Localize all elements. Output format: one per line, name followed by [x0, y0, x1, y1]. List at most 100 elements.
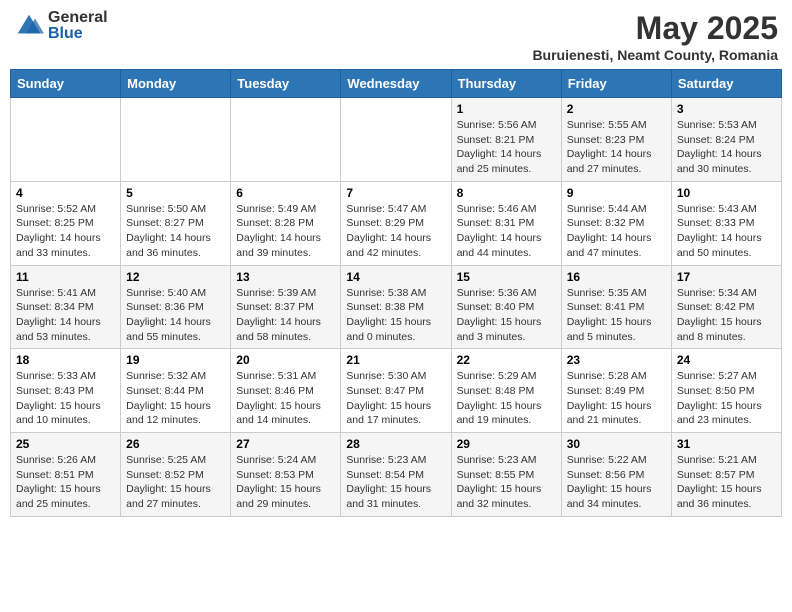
calendar-cell: 24 Sunrise: 5:27 AM Sunset: 8:50 PM Dayli…: [671, 349, 781, 433]
day-info: Sunrise: 5:36 AM Sunset: 8:40 PM Dayligh…: [457, 286, 556, 345]
calendar-cell: 6 Sunrise: 5:49 AM Sunset: 8:28 PM Daylig…: [231, 181, 341, 265]
calendar-cell: [121, 98, 231, 182]
calendar-week-2: 4 Sunrise: 5:52 AM Sunset: 8:25 PM Daylig…: [11, 181, 782, 265]
day-header-monday: Monday: [121, 70, 231, 98]
calendar-cell: 8Sunrise: 5:46 AM Sunset: 8:31 PM Daylig…: [451, 181, 561, 265]
day-info: Sunrise: 5:55 AM Sunset: 8:23 PM Dayligh…: [567, 118, 666, 177]
day-number: 10: [677, 186, 776, 200]
calendar-table: SundayMondayTuesdayWednesdayThursdayFrid…: [10, 69, 782, 517]
day-number: 25: [16, 437, 115, 451]
day-number: 11: [16, 270, 115, 284]
day-header-friday: Friday: [561, 70, 671, 98]
day-info: Sunrise: 5:31 AM Sunset: 8:46 PM Dayligh…: [236, 369, 335, 428]
day-number: 27: [236, 437, 335, 451]
day-number: 31: [677, 437, 776, 451]
day-info: Sunrise: 5:23 AM Sunset: 8:55 PM Dayligh…: [457, 453, 556, 512]
day-number: 19: [126, 353, 225, 367]
day-info: Sunrise: 5:43 AM Sunset: 8:33 PM Dayligh…: [677, 202, 776, 261]
day-header-wednesday: Wednesday: [341, 70, 451, 98]
day-info: Sunrise: 5:28 AM Sunset: 8:49 PM Dayligh…: [567, 369, 666, 428]
day-number: 23: [567, 353, 666, 367]
day-number: 17: [677, 270, 776, 284]
day-info: Sunrise: 5:50 AM Sunset: 8:27 PM Dayligh…: [126, 202, 225, 261]
logo-text: General Blue: [48, 10, 108, 42]
day-number: 2: [567, 102, 666, 116]
calendar-cell: 7Sunrise: 5:47 AM Sunset: 8:29 PM Daylig…: [341, 181, 451, 265]
day-number: 28: [346, 437, 445, 451]
day-info: Sunrise: 5:29 AM Sunset: 8:48 PM Dayligh…: [457, 369, 556, 428]
day-number: 9: [567, 186, 666, 200]
day-number: 16: [567, 270, 666, 284]
day-info: Sunrise: 5:24 AM Sunset: 8:53 PM Dayligh…: [236, 453, 335, 512]
day-number: 15: [457, 270, 556, 284]
day-info: Sunrise: 5:44 AM Sunset: 8:32 PM Dayligh…: [567, 202, 666, 261]
day-number: 21: [346, 353, 445, 367]
calendar-cell: 4 Sunrise: 5:52 AM Sunset: 8:25 PM Daylig…: [11, 181, 121, 265]
calendar-cell: 3 Sunrise: 5:53 AM Sunset: 8:24 PM Daylig…: [671, 98, 781, 182]
calendar-cell: 15 Sunrise: 5:36 AM Sunset: 8:40 PM Dayli…: [451, 265, 561, 349]
calendar-cell: 14Sunrise: 5:38 AM Sunset: 8:38 PM Dayli…: [341, 265, 451, 349]
day-info: Sunrise: 5:39 AM Sunset: 8:37 PM Dayligh…: [236, 286, 335, 345]
day-info: Sunrise: 5:30 AM Sunset: 8:47 PM Dayligh…: [346, 369, 445, 428]
calendar-cell: 20Sunrise: 5:31 AM Sunset: 8:46 PM Dayli…: [231, 349, 341, 433]
day-info: Sunrise: 5:34 AM Sunset: 8:42 PM Dayligh…: [677, 286, 776, 345]
day-header-saturday: Saturday: [671, 70, 781, 98]
calendar-cell: 22Sunrise: 5:29 AM Sunset: 8:48 PM Dayli…: [451, 349, 561, 433]
day-info: Sunrise: 5:38 AM Sunset: 8:38 PM Dayligh…: [346, 286, 445, 345]
day-number: 30: [567, 437, 666, 451]
day-info: Sunrise: 5:26 AM Sunset: 8:51 PM Dayligh…: [16, 453, 115, 512]
calendar-cell: 21 Sunrise: 5:30 AM Sunset: 8:47 PM Dayli…: [341, 349, 451, 433]
calendar-week-4: 18 Sunrise: 5:33 AM Sunset: 8:43 PM Dayli…: [11, 349, 782, 433]
location-subtitle: Buruienesti, Neamt County, Romania: [532, 47, 778, 63]
calendar-header-row: SundayMondayTuesdayWednesdayThursdayFrid…: [11, 70, 782, 98]
day-info: Sunrise: 5:23 AM Sunset: 8:54 PM Dayligh…: [346, 453, 445, 512]
day-number: 4: [16, 186, 115, 200]
day-info: Sunrise: 5:32 AM Sunset: 8:44 PM Dayligh…: [126, 369, 225, 428]
day-header-sunday: Sunday: [11, 70, 121, 98]
calendar-cell: [11, 98, 121, 182]
calendar-cell: [341, 98, 451, 182]
day-number: 29: [457, 437, 556, 451]
day-info: Sunrise: 5:40 AM Sunset: 8:36 PM Dayligh…: [126, 286, 225, 345]
logo: General Blue: [14, 10, 108, 42]
calendar-week-5: 25 Sunrise: 5:26 AM Sunset: 8:51 PM Dayli…: [11, 433, 782, 517]
calendar-cell: 29 Sunrise: 5:23 AM Sunset: 8:55 PM Dayli…: [451, 433, 561, 517]
calendar-week-3: 11 Sunrise: 5:41 AM Sunset: 8:34 PM Dayli…: [11, 265, 782, 349]
day-header-tuesday: Tuesday: [231, 70, 341, 98]
title-section: May 2025 Buruienesti, Neamt County, Roma…: [532, 10, 778, 63]
logo-blue: Blue: [48, 26, 108, 42]
day-info: Sunrise: 5:56 AM Sunset: 8:21 PM Dayligh…: [457, 118, 556, 177]
calendar-cell: 30Sunrise: 5:22 AM Sunset: 8:56 PM Dayli…: [561, 433, 671, 517]
calendar-cell: 31Sunrise: 5:21 AM Sunset: 8:57 PM Dayli…: [671, 433, 781, 517]
logo-icon: [14, 11, 44, 41]
calendar-cell: 1 Sunrise: 5:56 AM Sunset: 8:21 PM Daylig…: [451, 98, 561, 182]
calendar-cell: 11 Sunrise: 5:41 AM Sunset: 8:34 PM Dayli…: [11, 265, 121, 349]
day-info: Sunrise: 5:46 AM Sunset: 8:31 PM Dayligh…: [457, 202, 556, 261]
calendar-cell: 26 Sunrise: 5:25 AM Sunset: 8:52 PM Dayli…: [121, 433, 231, 517]
calendar-cell: 18 Sunrise: 5:33 AM Sunset: 8:43 PM Dayli…: [11, 349, 121, 433]
calendar-cell: 12 Sunrise: 5:40 AM Sunset: 8:36 PM Dayli…: [121, 265, 231, 349]
calendar-cell: 23 Sunrise: 5:28 AM Sunset: 8:49 PM Dayli…: [561, 349, 671, 433]
day-number: 3: [677, 102, 776, 116]
day-info: Sunrise: 5:53 AM Sunset: 8:24 PM Dayligh…: [677, 118, 776, 177]
day-info: Sunrise: 5:52 AM Sunset: 8:25 PM Dayligh…: [16, 202, 115, 261]
day-number: 13: [236, 270, 335, 284]
calendar-week-1: 1 Sunrise: 5:56 AM Sunset: 8:21 PM Daylig…: [11, 98, 782, 182]
day-number: 12: [126, 270, 225, 284]
calendar-cell: 28 Sunrise: 5:23 AM Sunset: 8:54 PM Dayli…: [341, 433, 451, 517]
day-number: 24: [677, 353, 776, 367]
day-info: Sunrise: 5:27 AM Sunset: 8:50 PM Dayligh…: [677, 369, 776, 428]
day-number: 1: [457, 102, 556, 116]
day-info: Sunrise: 5:49 AM Sunset: 8:28 PM Dayligh…: [236, 202, 335, 261]
day-info: Sunrise: 5:33 AM Sunset: 8:43 PM Dayligh…: [16, 369, 115, 428]
day-number: 6: [236, 186, 335, 200]
calendar-cell: 25 Sunrise: 5:26 AM Sunset: 8:51 PM Dayli…: [11, 433, 121, 517]
calendar-cell: 16Sunrise: 5:35 AM Sunset: 8:41 PM Dayli…: [561, 265, 671, 349]
day-info: Sunrise: 5:25 AM Sunset: 8:52 PM Dayligh…: [126, 453, 225, 512]
day-info: Sunrise: 5:41 AM Sunset: 8:34 PM Dayligh…: [16, 286, 115, 345]
calendar-cell: 27 Sunrise: 5:24 AM Sunset: 8:53 PM Dayli…: [231, 433, 341, 517]
day-number: 18: [16, 353, 115, 367]
day-number: 26: [126, 437, 225, 451]
calendar-cell: 19 Sunrise: 5:32 AM Sunset: 8:44 PM Dayli…: [121, 349, 231, 433]
calendar-cell: 10 Sunrise: 5:43 AM Sunset: 8:33 PM Dayli…: [671, 181, 781, 265]
